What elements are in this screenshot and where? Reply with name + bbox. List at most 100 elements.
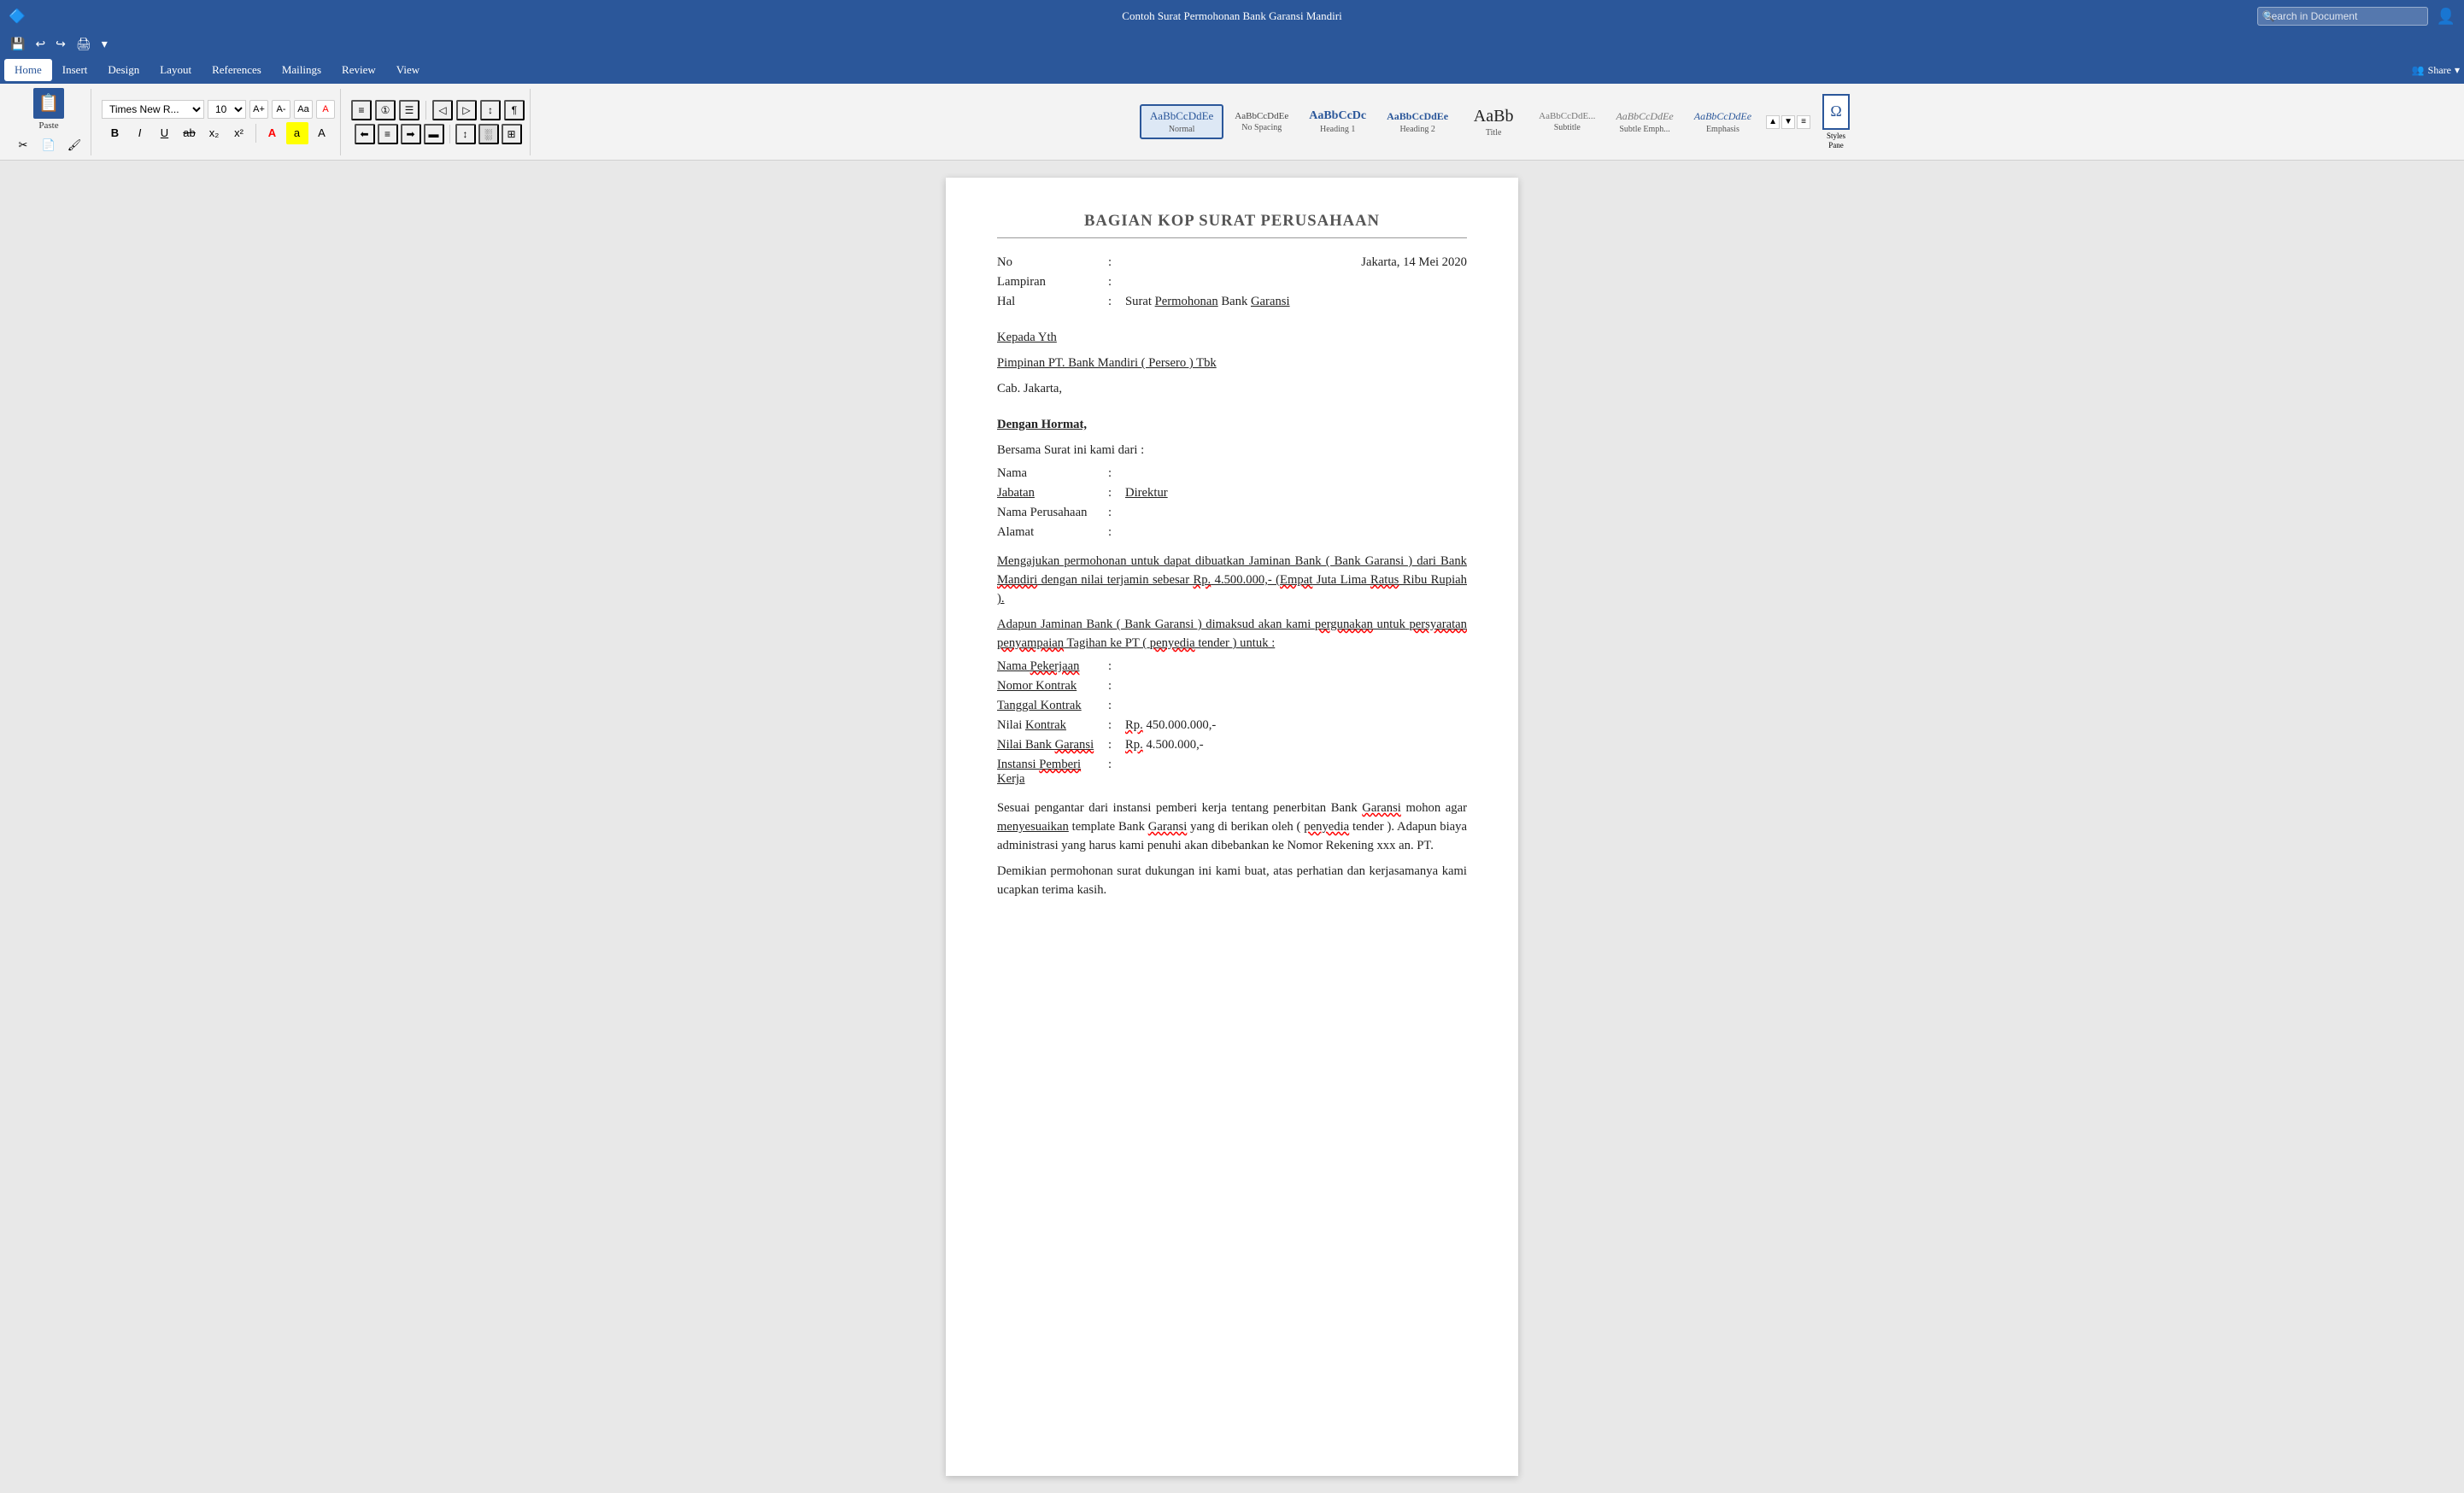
subscript-button[interactable]: x₂ [203,122,226,144]
style-no-spacing-preview: AaBbCcDdEe [1235,111,1288,121]
paragraph3: Sesuai pengantar dari instansi pemberi k… [997,799,1467,855]
search-input[interactable] [2257,7,2428,26]
tab-mailings[interactable]: Mailings [272,59,331,81]
intro-text: Bersama Surat ini kami dari : [997,441,1467,460]
tab-layout[interactable]: Layout [150,59,202,81]
style-subtitle[interactable]: AaBbCcDdE... Subtitle [1529,107,1605,137]
styles-scroll-up[interactable]: ▲ [1766,115,1780,129]
tab-view[interactable]: View [386,59,430,81]
bold-button[interactable]: B [104,122,126,144]
line-spacing-button[interactable]: ↕ [455,124,476,144]
tab-references[interactable]: References [202,59,272,81]
redo-button[interactable]: ↪ [52,36,69,54]
multilevel-button[interactable]: ☰ [399,100,419,120]
field-alamat-label: Alamat [997,525,1108,540]
paragraph1: Mengajukan permohonan untuk dapat dibuat… [997,552,1467,608]
tab-home[interactable]: Home [4,59,52,81]
styles-scroll-down[interactable]: ▼ [1781,115,1795,129]
borders-button[interactable]: ⊞ [502,124,522,144]
copy-button[interactable]: 📄 [38,134,60,156]
field-nilai-kontrak-colon: : [1108,718,1125,733]
styles-more[interactable]: ≡ [1797,115,1810,129]
style-heading2-preview: AaBbCcDdEe [1387,110,1448,123]
clear-formatting-button[interactable]: A [316,100,335,119]
customize-button[interactable]: ▾ [98,36,111,54]
style-title[interactable]: AaBb Title [1459,102,1528,142]
font-color-button[interactable]: A [261,122,284,144]
paragraph4: Demikian permohonan surat dukungan ini k… [997,862,1467,899]
style-normal-label: Normal [1169,125,1195,134]
field-jabatan-value: Direktur [1125,486,1467,501]
field-nama-perusahaan-colon: : [1108,506,1125,520]
field-hal: Hal : Surat Permohonan Bank Garansi [997,295,1290,309]
numbering-button[interactable]: ① [375,100,396,120]
field-nama-pekerjaan-colon: : [1108,659,1125,674]
field-nama-label: Nama [997,466,1108,481]
document-title: Contoh Surat Permohonan Bank Garansi Man… [1122,9,1341,23]
field-nilai-kontrak-label: Nilai Kontrak [997,718,1108,733]
underline-button[interactable]: U [154,122,176,144]
undo-button[interactable]: ↩ [32,36,49,54]
format-painter-button[interactable]: 🖌 [63,134,85,156]
style-normal[interactable]: AaBbCcDdEe Normal [1140,104,1223,139]
italic-button[interactable]: I [129,122,151,144]
grow-font-button[interactable]: A+ [249,100,268,119]
align-left-button[interactable]: ⬅ [355,124,375,144]
document-header-title: BAGIAN KOP SURAT PERUSAHAAN [997,212,1467,231]
increase-indent-button[interactable]: ▷ [456,100,477,120]
field-nama-value [1125,466,1467,481]
styles-pane-button[interactable]: Ω StylesPane [1819,91,1853,154]
style-heading1[interactable]: AaBbCcDc Heading 1 [1299,105,1376,138]
shrink-font-button[interactable]: A- [272,100,290,119]
field-alamat-colon: : [1108,525,1125,540]
align-center-button[interactable]: ≡ [378,124,398,144]
share-icon: 👥 [2412,64,2425,77]
paste-button[interactable]: 📋 Paste [33,88,64,131]
shading-button[interactable]: A [311,122,333,144]
font-size-select[interactable]: 10 [208,100,246,119]
print-button[interactable]: 🖨 [73,36,95,54]
share-button[interactable]: 👥 Share ▾ [2412,64,2460,77]
save-button[interactable]: 💾 [7,36,28,54]
salutation-address: Cab. Jakarta, [997,379,1467,398]
tab-design[interactable]: Design [97,59,150,81]
align-right-button[interactable]: ➡ [401,124,421,144]
field-alamat: Alamat : [997,525,1467,540]
header-divider [997,237,1467,238]
quick-access-toolbar: 💾 ↩ ↪ 🖨 ▾ [0,32,2464,56]
field-alamat-value [1125,525,1467,540]
tab-review[interactable]: Review [331,59,386,81]
field-nama-colon: : [1108,466,1125,481]
user-icon: 👤 [2437,8,2455,26]
word-icon: 🔷 [9,8,26,25]
bullets-button[interactable]: ≡ [351,100,372,120]
field-nama-perusahaan-label: Nama Perusahaan [997,506,1108,520]
cut-button[interactable]: ✂ [12,134,34,156]
strikethrough-button[interactable]: ab [179,122,201,144]
field-instansi-value [1125,758,1467,787]
style-subtle-emphasis[interactable]: AaBbCcDdEe Subtle Emph... [1606,106,1682,138]
document-page[interactable]: BAGIAN KOP SURAT PERUSAHAAN No : Lampira… [946,178,1518,1476]
field-nomor-kontrak-colon: : [1108,679,1125,694]
shading-para-button[interactable]: ░ [478,124,499,144]
field-hal-value: Surat Permohonan Bank Garansi [1125,295,1290,309]
sort-button[interactable]: ↕ [480,100,501,120]
decrease-indent-button[interactable]: ◁ [432,100,453,120]
show-formatting-button[interactable]: ¶ [504,100,525,120]
salutation-section: Kepada Yth Pimpinan PT. Bank Mandiri ( P… [997,328,1467,398]
style-heading1-label: Heading 1 [1320,125,1355,134]
style-heading2[interactable]: AaBbCcDdEe Heading 2 [1377,106,1458,138]
salutation-to-text: Kepada Yth [997,331,1057,344]
superscript-button[interactable]: x² [228,122,250,144]
field-nilai-kontrak: Nilai Kontrak : Rp. 450.000.000,- [997,718,1467,733]
highlight-button[interactable]: a [286,122,308,144]
style-emphasis[interactable]: AaBbCcDdEe Emphasis [1685,106,1761,138]
tab-insert[interactable]: Insert [52,59,98,81]
justify-button[interactable]: ▬ [424,124,444,144]
change-case-button[interactable]: Aa [294,100,313,119]
style-no-spacing[interactable]: AaBbCcDdEe No Spacing [1225,107,1298,137]
font-family-select[interactable]: Times New R... [102,100,204,119]
field-instansi-colon: : [1108,758,1125,787]
letter-fields-left: No : Lampiran : Hal : Surat Permohonan B… [997,255,1290,314]
greeting-text: Dengan Hormat, [997,418,1087,431]
